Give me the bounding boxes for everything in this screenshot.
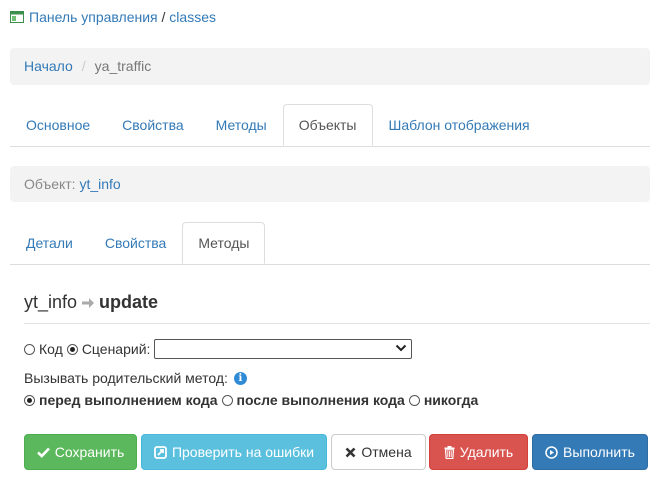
breadcrumb-current: ya_traffic: [94, 58, 152, 74]
save-button[interactable]: Сохранить: [24, 434, 137, 470]
class-tabs: Основное Свойства Методы Объекты Шаблон …: [10, 104, 650, 147]
call-parent-label: Вызывать родительский метод: i: [24, 370, 247, 386]
call-parent-text: Вызывать родительский метод:: [24, 370, 228, 386]
code-radio-label: Код: [39, 341, 63, 357]
check-errors-button[interactable]: Проверить на ошибки: [141, 434, 327, 470]
code-radio[interactable]: [24, 343, 35, 355]
delete-button[interactable]: Удалить: [429, 434, 528, 470]
times-icon: [345, 447, 356, 457]
before-code-radio[interactable]: [24, 394, 35, 406]
header-separator: /: [157, 9, 170, 25]
script-select[interactable]: [154, 339, 413, 359]
arrow-right-icon: [82, 295, 95, 311]
external-check-icon: [154, 445, 167, 459]
script-radio[interactable]: [66, 343, 78, 355]
cancel-button-label: Отмена: [361, 444, 412, 460]
tab-object-methods[interactable]: Методы: [182, 222, 266, 264]
window-icon: [10, 10, 24, 24]
control-panel-link[interactable]: Панель управления: [29, 9, 158, 25]
cancel-button[interactable]: Отмена: [331, 434, 426, 470]
never-label: никогда: [423, 392, 479, 408]
trash-icon: [444, 445, 455, 459]
after-code-radio[interactable]: [221, 394, 233, 406]
breadcrumb-separator: /: [81, 58, 86, 74]
editor-mode-row: Код Сценарий:: [24, 339, 413, 359]
save-button-label: Сохранить: [54, 444, 125, 460]
tab-details[interactable]: Детали: [10, 222, 89, 264]
tab-template[interactable]: Шаблон отображения: [373, 104, 546, 146]
divider: [24, 323, 650, 324]
tab-methods[interactable]: Методы: [200, 104, 283, 146]
breadcrumb-home[interactable]: Начало: [24, 58, 73, 74]
chevron-down-icon: [396, 344, 407, 352]
classes-link[interactable]: classes: [169, 9, 216, 25]
object-link[interactable]: yt_info: [79, 176, 120, 192]
tab-properties[interactable]: Свойства: [106, 104, 199, 146]
play-circle-icon: [545, 445, 558, 459]
method-object-name: yt_info: [24, 292, 78, 312]
tab-objects[interactable]: Объекты: [282, 104, 373, 146]
object-bar: Объект: yt_info: [10, 166, 650, 202]
script-radio-label: Сценарий:: [81, 341, 151, 357]
checkmark-icon: [36, 447, 50, 458]
tab-main[interactable]: Основное: [10, 104, 106, 146]
run-button[interactable]: Выполнить: [532, 434, 648, 470]
delete-button-label: Удалить: [459, 444, 514, 460]
breadcrumb: Начало / ya_traffic: [10, 48, 650, 85]
check-button-label: Проверить на ошибки: [171, 444, 315, 460]
object-label: Объект:: [24, 176, 76, 192]
after-code-label: после выполнения кода: [236, 392, 405, 408]
run-button-label: Выполнить: [563, 444, 635, 460]
never-radio[interactable]: [408, 394, 420, 406]
method-title: yt_info update: [24, 292, 158, 313]
object-tabs: Детали Свойства Методы: [10, 222, 650, 265]
call-parent-options: перед выполнением кода после выполнения …: [24, 392, 482, 408]
info-icon[interactable]: i: [233, 371, 247, 385]
tab-object-properties[interactable]: Свойства: [89, 222, 182, 264]
before-code-label: перед выполнением кода: [39, 392, 218, 408]
top-header: Панель управления / classes: [10, 9, 216, 25]
method-name: update: [99, 292, 159, 312]
